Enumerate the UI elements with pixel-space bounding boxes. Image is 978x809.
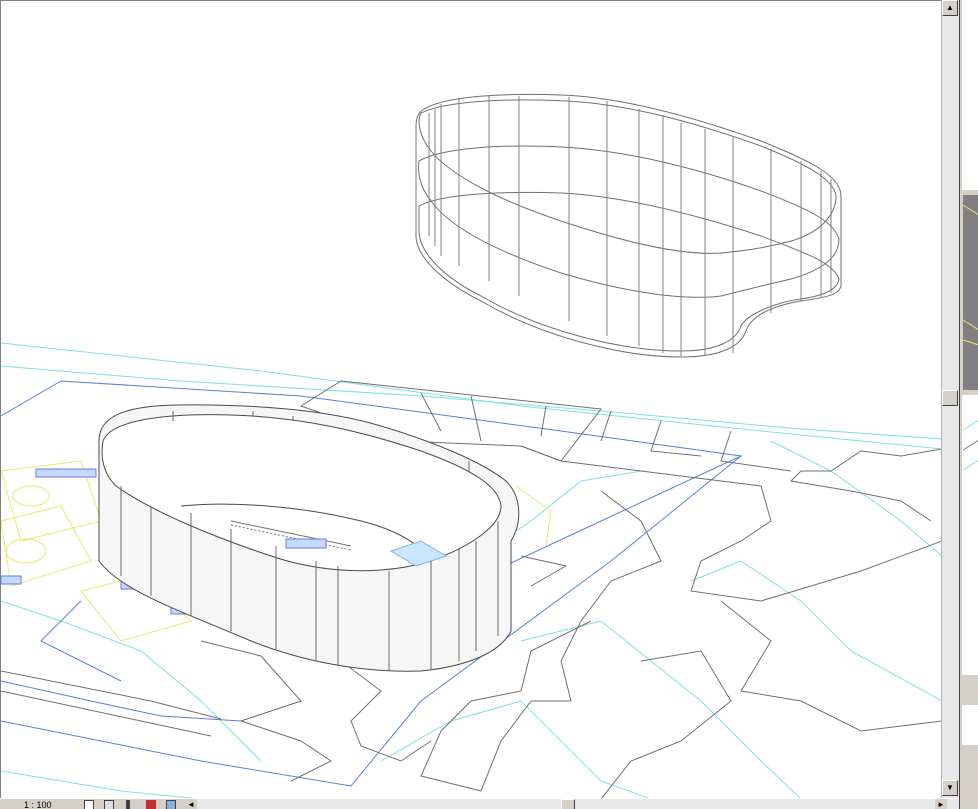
status-bar: 1 : 100 ◄ ► xyxy=(0,798,959,809)
vertical-scrollbar[interactable]: ▲ ▼ xyxy=(941,0,959,798)
adjacent-window-preview xyxy=(962,0,978,745)
3d-drawing xyxy=(1,93,941,798)
arrow-left-icon: ◄ xyxy=(187,800,195,809)
filter-icon[interactable] xyxy=(146,800,156,809)
model-viewport[interactable] xyxy=(0,0,941,798)
horizontal-scrollbar[interactable]: ◄ ► xyxy=(185,799,959,809)
scale-readout[interactable]: 1 : 100 xyxy=(14,800,76,809)
scroll-down-button[interactable]: ▼ xyxy=(942,780,958,796)
page-icon[interactable] xyxy=(84,800,94,809)
adjacent-window-edge xyxy=(959,0,978,809)
cube-icon[interactable] xyxy=(104,800,114,809)
arrow-down-icon: ▼ xyxy=(946,783,954,792)
scroll-right-button[interactable]: ► xyxy=(935,799,947,809)
arrow-up-icon: ▲ xyxy=(946,3,954,12)
arrow-right-icon: ► xyxy=(937,800,945,809)
horizontal-scroll-thumb[interactable] xyxy=(561,799,575,809)
divider-icon xyxy=(126,800,130,809)
scroll-up-button[interactable]: ▲ xyxy=(942,0,958,16)
upper-wireframe-structure xyxy=(415,93,842,358)
scroll-left-button[interactable]: ◄ xyxy=(185,799,197,809)
vertical-scroll-thumb[interactable] xyxy=(942,390,958,406)
lower-oval-structure xyxy=(98,404,520,672)
eye-icon[interactable] xyxy=(166,800,176,809)
